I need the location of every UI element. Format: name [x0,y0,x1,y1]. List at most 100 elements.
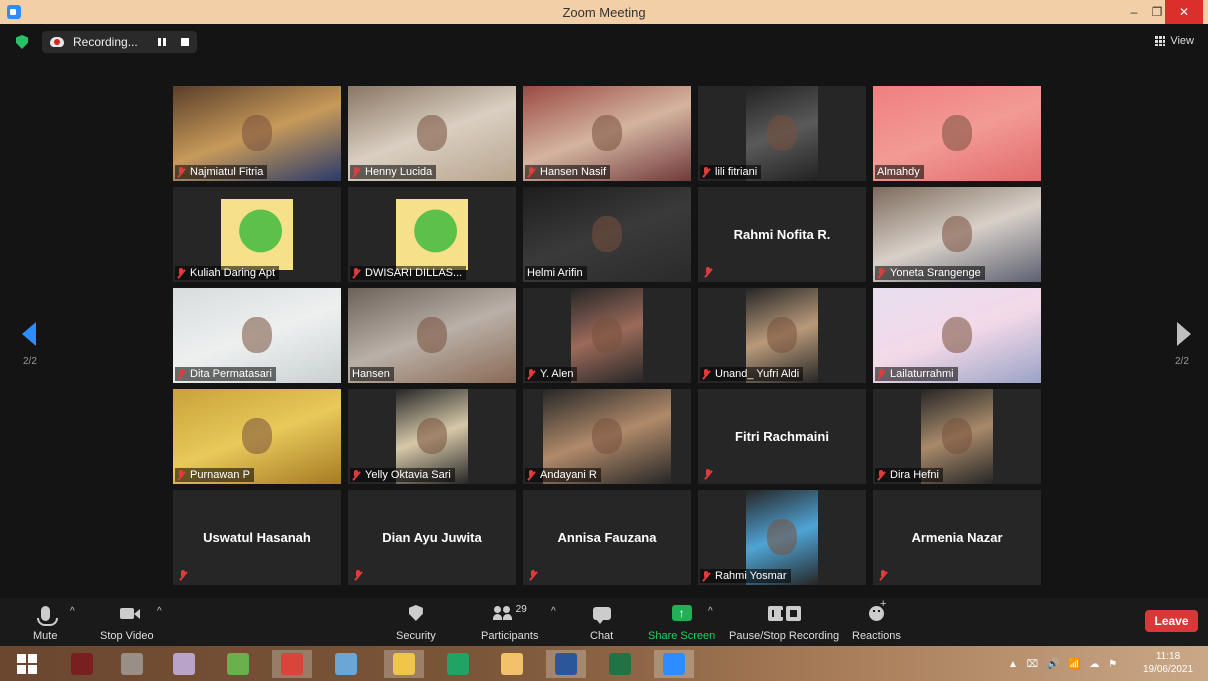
participant-tile[interactable]: Yelly Oktavia Sari [348,389,516,484]
participant-name-label: Lailaturrahmi [875,367,958,381]
participant-tile[interactable]: Hansen Nasif [523,86,691,181]
paint-icon[interactable] [164,650,204,678]
file-explorer-icon-glyph [393,653,415,675]
muted-mic-icon [177,469,186,481]
windows-start-icon[interactable] [17,654,37,674]
participant-video [221,199,293,270]
participant-tile[interactable]: Dian Ayu Juwita [348,490,516,585]
muted-mic-icon [177,368,186,380]
participant-tile[interactable]: Purnawan P [173,389,341,484]
zoom-icon[interactable] [654,650,694,678]
view-button[interactable]: View [1155,35,1194,47]
participant-tile[interactable]: Y. Alen [523,288,691,383]
stop-video-button[interactable]: Stop Video [100,602,154,642]
close-button[interactable]: ✕ [1165,0,1203,24]
meeting-toolbar: Mute ^ Stop Video ^ Security 29 Particip… [0,598,1208,646]
kbbi-app-icon[interactable] [62,650,102,678]
mute-label: Mute [33,630,58,642]
participant-name-label: Dita Permatasari [175,367,276,381]
word-icon[interactable] [546,650,586,678]
tools-icon[interactable] [492,650,532,678]
previous-page-arrow-icon[interactable] [22,322,36,346]
taskbar-clock[interactable]: 11:18 19/06/2021 [1140,650,1196,676]
muted-mic-icon [527,469,536,481]
participant-tile[interactable]: Annisa Fauzana [523,490,691,585]
participant-tile[interactable]: Almahdy [873,86,1041,181]
participant-tile[interactable]: Armenia Nazar [873,490,1041,585]
participant-tile[interactable]: Dira Hefni [873,389,1041,484]
participant-tile[interactable]: Unand_ Yufri Aldi [698,288,866,383]
participant-tile[interactable]: Lailaturrahmi [873,288,1041,383]
participant-tile[interactable]: Rahmi Nofita R. [698,187,866,282]
participant-tile[interactable]: Henny Lucida [348,86,516,181]
participant-silhouette [767,316,797,353]
muted-mic-icon [352,469,361,481]
zoom-meeting-window: Zoom Meeting – ❐ ✕ Recording... View 2/2… [0,0,1208,681]
participants-label: Participants [481,630,539,642]
pause-stop-recording-icon [767,602,801,624]
system-tray-icons[interactable]: ▲ ⌧ 🔊 📶 ☁ ⚑ [1008,659,1120,670]
video-options-chevron-icon[interactable]: ^ [157,606,162,617]
participants-button[interactable]: 29 Participants [481,602,539,643]
calculator-icon[interactable] [438,650,478,678]
participant-tile[interactable]: Fitri Rachmaini [698,389,866,484]
participant-tile[interactable]: Andayani R [523,389,691,484]
leave-button[interactable]: Leave [1145,610,1198,632]
participant-tile[interactable]: Yoneta Srangenge [873,187,1041,282]
audio-options-chevron-icon[interactable]: ^ [70,606,75,617]
share-options-chevron-icon[interactable]: ^ [708,606,713,617]
reactions-button[interactable]: Reactions [852,598,901,643]
notepad-icon[interactable] [326,650,366,678]
kbbi-app-icon-glyph [71,653,93,675]
participant-name-label: Kuliah Daring Apt [175,266,279,280]
participant-tile[interactable]: Helmi Arifin [523,187,691,282]
pause-recording-icon[interactable] [158,38,166,46]
participant-tile[interactable]: Hansen [348,288,516,383]
participant-name-label: Yelly Oktavia Sari [350,468,455,482]
participant-tile[interactable]: Najmiatul Fitria [173,86,341,181]
pause-stop-recording-button[interactable]: Pause/Stop Recording [729,602,839,642]
chat-bubble-icon [592,606,611,624]
file-explorer-icon[interactable] [384,650,424,678]
window-title: Zoom Meeting [562,4,646,20]
participant-silhouette [242,417,272,454]
participant-name: Hansen [352,368,390,380]
chrome-icon[interactable] [272,650,312,678]
muted-mic-icon [702,570,711,582]
excel-icon[interactable] [600,650,640,678]
participants-options-chevron-icon[interactable]: ^ [551,606,556,617]
participant-name: Unand_ Yufri Aldi [715,368,800,380]
participant-name: Andayani R [540,469,597,481]
participant-tile[interactable]: Kuliah Daring Apt [173,187,341,282]
encryption-shield-icon[interactable] [16,35,28,49]
mute-button[interactable]: Mute [33,602,58,642]
participant-name-label: Andayani R [525,468,601,482]
participant-tile[interactable]: lili fitriani [698,86,866,181]
chat-button[interactable]: Chat [590,602,613,642]
participant-tile[interactable]: DWISARI DILLAS... [348,187,516,282]
stop-recording-icon[interactable] [181,38,189,46]
muted-mic-icon [352,166,361,178]
folder-sync-icon[interactable] [218,650,258,678]
participant-name-label: DWISARI DILLAS... [350,266,467,280]
participant-name-label: Almahdy [875,165,924,179]
stop-video-label: Stop Video [100,630,154,642]
participant-name-label: Henny Lucida [350,165,437,179]
muted-mic-icon [704,267,713,278]
participant-name: Y. Alen [540,368,574,380]
participant-name-label: Rahmi Yosmar [700,569,791,583]
microphone-icon [36,605,58,626]
participant-tile[interactable]: Rahmi Yosmar [698,490,866,585]
participant-name: Rahmi Nofita R. [733,227,831,242]
participant-tile[interactable]: Dita Permatasari [173,288,341,383]
share-screen-button[interactable]: ↑ Share Screen [648,602,715,642]
participant-silhouette [417,417,447,454]
participant-name: Najmiatul Fitria [190,166,264,178]
share-screen-label: Share Screen [648,630,716,642]
participant-tile[interactable]: Uswatul Hasanah [173,490,341,585]
windows-taskbar: ▲ ⌧ 🔊 📶 ☁ ⚑ 11:18 19/06/2021 [0,646,1208,681]
window-manager-icon[interactable] [112,650,152,678]
security-button[interactable]: Security [396,602,436,642]
participant-name-label: Y. Alen [525,367,578,381]
next-page-arrow-icon[interactable] [1177,322,1191,346]
